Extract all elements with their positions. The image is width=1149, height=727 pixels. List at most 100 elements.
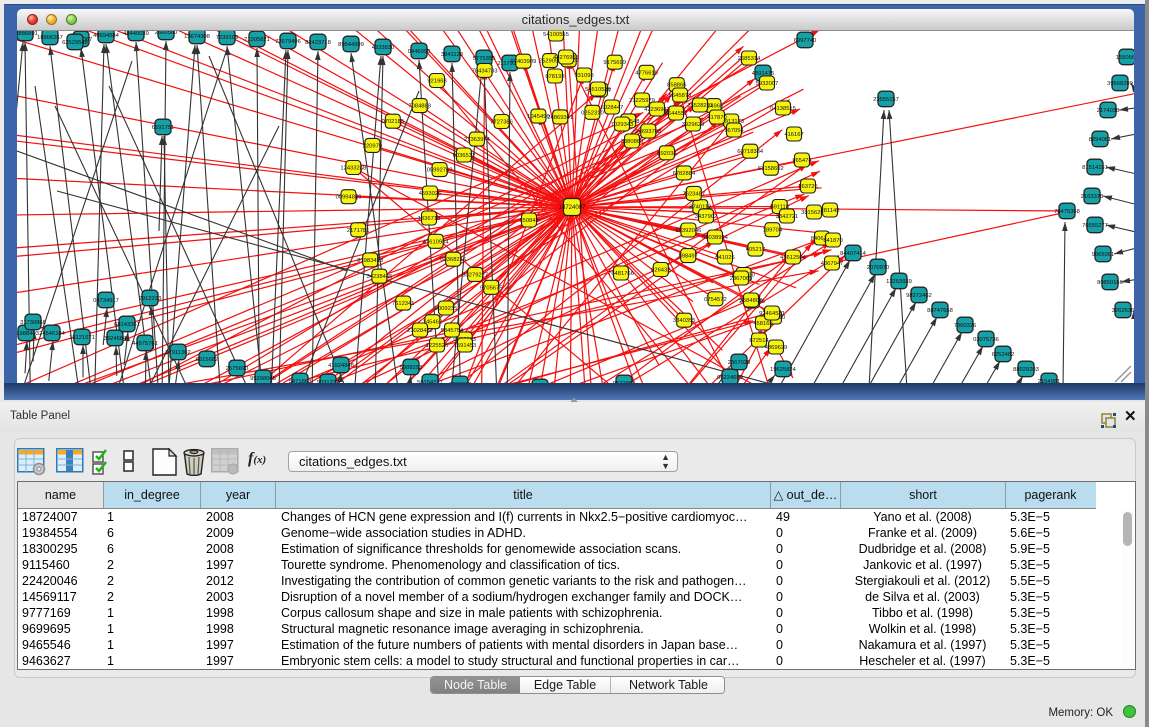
svg-text:82423718: 82423718 <box>305 40 331 46</box>
svg-text:2675690: 2675690 <box>226 366 249 372</box>
svg-text:9705675: 9705675 <box>480 285 503 291</box>
svg-text:88747658: 88747658 <box>927 308 953 314</box>
svg-text:62529548: 62529548 <box>62 40 88 46</box>
svg-text:841870: 841870 <box>823 238 842 244</box>
svg-text:2171781: 2171781 <box>347 228 370 234</box>
svg-text:07911302: 07911302 <box>165 350 190 356</box>
svg-text:3841128: 3841128 <box>441 52 463 58</box>
svg-text:220979: 220979 <box>363 143 382 149</box>
svg-text:12433248: 12433248 <box>340 166 366 172</box>
svg-text:9031237: 9031237 <box>317 380 340 383</box>
svg-text:72679496: 72679496 <box>275 39 301 45</box>
svg-text:5988293: 5988293 <box>400 365 423 371</box>
svg-text:76555277: 76555277 <box>1082 223 1108 229</box>
svg-text:81514151: 81514151 <box>1082 165 1108 171</box>
svg-text:1045490: 1045490 <box>527 114 550 120</box>
svg-text:3584802: 3584802 <box>740 298 763 304</box>
svg-text:6591751: 6591751 <box>152 125 175 131</box>
svg-text:6615682: 6615682 <box>196 357 219 363</box>
svg-text:3929629: 3929629 <box>682 122 705 128</box>
svg-text:7623487: 7623487 <box>683 191 706 197</box>
svg-text:281145: 281145 <box>821 208 840 214</box>
svg-text:0446090: 0446090 <box>408 49 431 55</box>
svg-text:3924684: 3924684 <box>104 336 127 342</box>
svg-text:76481766: 76481766 <box>608 271 634 277</box>
svg-text:98372462: 98372462 <box>906 293 932 299</box>
svg-text:1836713: 1836713 <box>418 216 441 222</box>
svg-text:68038994: 68038994 <box>702 235 729 241</box>
svg-text:9522981: 9522981 <box>613 381 636 383</box>
svg-text:263725: 263725 <box>798 184 817 190</box>
svg-text:71988403: 71988403 <box>17 331 39 337</box>
svg-text:4593026: 4593026 <box>419 191 442 197</box>
svg-text:06224699: 06224699 <box>717 375 743 381</box>
svg-text:27363974: 27363974 <box>464 137 491 143</box>
svg-text:00368216: 00368216 <box>440 257 466 263</box>
svg-text:6036532: 6036532 <box>453 153 476 159</box>
svg-text:7239109: 7239109 <box>216 35 239 41</box>
svg-text:97403909: 97403909 <box>511 59 537 65</box>
svg-text:78475368: 78475368 <box>1054 209 1080 215</box>
svg-text:04693703: 04693703 <box>635 129 661 135</box>
svg-text:78434783: 78434783 <box>472 68 498 74</box>
svg-text:68143361: 68143361 <box>114 322 140 328</box>
svg-text:1591453: 1591453 <box>454 343 477 349</box>
svg-text:30279227: 30279227 <box>462 272 488 278</box>
svg-text:71305821: 71305821 <box>244 37 270 43</box>
svg-text:80850166: 80850166 <box>1097 280 1123 286</box>
svg-text:92464531: 92464531 <box>759 311 785 317</box>
svg-text:892034: 892034 <box>657 151 677 157</box>
svg-text:967054: 967054 <box>724 128 744 134</box>
svg-text:13674308: 13674308 <box>184 34 210 40</box>
svg-text:2367028: 2367028 <box>728 360 751 366</box>
svg-text:4067947: 4067947 <box>821 261 844 267</box>
svg-text:55154717: 55154717 <box>417 380 443 383</box>
svg-text:39568299: 39568299 <box>1107 81 1133 87</box>
svg-text:8294061: 8294061 <box>1089 137 1112 143</box>
svg-text:13253939: 13253939 <box>886 279 912 285</box>
svg-text:872514: 872514 <box>749 338 769 344</box>
svg-text:0702185: 0702185 <box>382 119 405 125</box>
svg-text:6997740: 6997740 <box>794 38 817 44</box>
svg-text:44276955: 44276955 <box>553 55 579 61</box>
svg-text:1550569: 1550569 <box>1116 55 1134 61</box>
svg-text:89392046: 89392046 <box>676 228 702 234</box>
svg-text:5645873: 5645873 <box>669 93 692 99</box>
svg-text:06734917: 06734917 <box>93 298 119 304</box>
svg-text:3262536: 3262536 <box>1112 308 1134 314</box>
svg-text:189704: 189704 <box>763 228 783 234</box>
svg-text:5845754: 5845754 <box>441 328 464 334</box>
svg-text:150843: 150843 <box>519 218 538 224</box>
svg-text:2154981: 2154981 <box>1038 379 1061 383</box>
svg-text:0754572: 0754572 <box>704 297 727 303</box>
svg-text:19625824: 19625824 <box>770 367 797 373</box>
svg-text:24869341: 24869341 <box>547 115 573 121</box>
svg-text:48440039: 48440039 <box>123 31 149 37</box>
svg-text:765474: 765474 <box>792 158 812 164</box>
svg-text:9065061: 9065061 <box>1092 252 1115 258</box>
svg-text:598497: 598497 <box>679 254 698 260</box>
svg-text:44975761: 44975761 <box>132 341 158 347</box>
svg-text:60718384: 60718384 <box>737 149 764 155</box>
svg-text:3437902: 3437902 <box>695 214 718 220</box>
svg-text:89544999: 89544999 <box>338 42 364 48</box>
svg-text:3340355: 3340355 <box>673 318 696 324</box>
svg-text:826432: 826432 <box>651 268 670 274</box>
svg-text:15121671: 15121671 <box>69 335 95 341</box>
svg-text:42236943: 42236943 <box>644 107 670 113</box>
svg-text:47612504: 47612504 <box>780 255 807 261</box>
svg-text:2660560: 2660560 <box>155 31 178 36</box>
svg-text:2685314: 2685314 <box>738 56 761 62</box>
svg-text:3380860: 3380860 <box>621 139 644 145</box>
svg-text:81983423: 81983423 <box>357 258 383 264</box>
svg-text:041025: 041025 <box>715 255 734 261</box>
svg-text:04138515: 04138515 <box>770 106 796 112</box>
svg-text:31730868: 31730868 <box>20 320 46 326</box>
svg-text:48694584: 48694584 <box>93 33 120 39</box>
svg-text:7727386: 7727386 <box>490 120 513 126</box>
svg-text:6782884: 6782884 <box>673 171 696 177</box>
svg-text:7029343: 7029343 <box>611 122 634 128</box>
svg-text:2070970: 2070970 <box>867 265 890 271</box>
svg-text:84407414: 84407414 <box>840 251 867 257</box>
svg-text:4333830: 4333830 <box>372 45 395 51</box>
